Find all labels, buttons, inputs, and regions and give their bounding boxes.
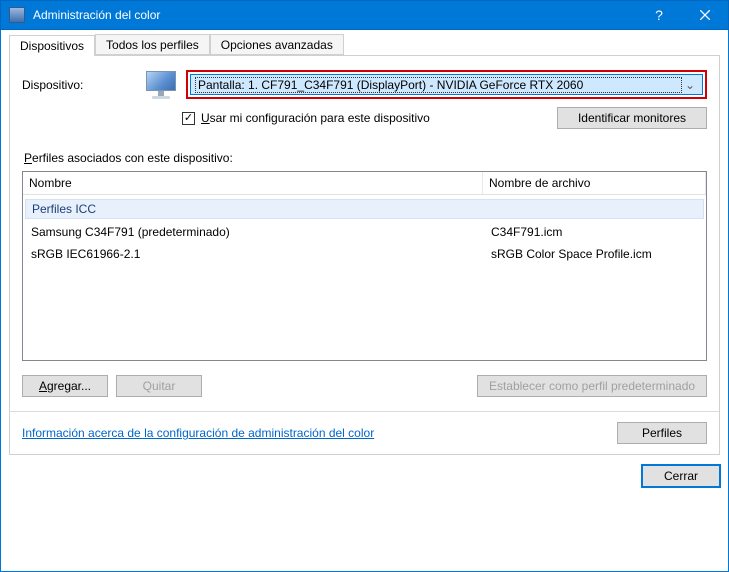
add-button[interactable]: Agregar...	[22, 375, 108, 397]
tab-all-profiles[interactable]: Todos los perfiles	[95, 34, 210, 55]
cell-name: sRGB IEC61966-2.1	[23, 245, 483, 263]
remove-button: Quitar	[116, 375, 202, 397]
help-icon: ?	[655, 7, 663, 23]
dialog-buttons: Cerrar	[9, 465, 720, 487]
use-my-settings-checkbox[interactable]	[182, 112, 195, 125]
close-icon	[700, 10, 710, 20]
device-row: Dispositivo: Pantalla: 1. CF791_C34F791 …	[22, 70, 707, 99]
help-button[interactable]: ?	[636, 0, 682, 30]
tab-strip: Dispositivos Todos los perfiles Opciones…	[9, 34, 720, 56]
window-close-button[interactable]	[682, 0, 728, 30]
bottom-row: Información acerca de la configuración d…	[22, 422, 707, 444]
profile-buttons-row: Agregar... Quitar Establecer como perfil…	[22, 375, 707, 397]
divider	[10, 411, 719, 412]
set-default-label: Establecer como perfil predeterminado	[489, 379, 695, 393]
tab-advanced-label: Opciones avanzadas	[221, 38, 333, 52]
set-default-button: Establecer como perfil predeterminado	[477, 375, 707, 397]
tab-all-profiles-label: Todos los perfiles	[106, 38, 199, 52]
client-area: Dispositivos Todos los perfiles Opciones…	[0, 30, 729, 572]
window-title: Administración del color	[33, 8, 636, 22]
profiles-button-label: Perfiles	[642, 426, 682, 440]
tab-devices-label: Dispositivos	[20, 39, 84, 53]
cell-file: sRGB Color Space Profile.icm	[483, 245, 706, 263]
device-label: Dispositivo:	[22, 78, 140, 92]
listview-group-icc: Perfiles ICC	[25, 199, 704, 219]
monitor-icon	[146, 71, 178, 99]
cell-file: C34F791.icm	[483, 223, 706, 241]
tab-advanced[interactable]: Opciones avanzadas	[210, 34, 344, 55]
tab-page-devices: Dispositivo: Pantalla: 1. CF791_C34F791 …	[9, 56, 720, 455]
remove-button-label: Quitar	[143, 379, 176, 393]
help-link[interactable]: Información acerca de la configuración d…	[22, 426, 374, 440]
profiles-caption: Perfiles asociados con este dispositivo:	[24, 151, 707, 165]
titlebar: Administración del color ?	[0, 0, 729, 30]
col-header-file[interactable]: Nombre de archivo	[483, 172, 706, 194]
app-icon	[9, 7, 25, 23]
tab-devices[interactable]: Dispositivos	[9, 35, 95, 56]
table-row[interactable]: sRGB IEC61966-2.1sRGB Color Space Profil…	[23, 243, 706, 265]
col-header-name[interactable]: Nombre	[23, 172, 483, 194]
chevron-down-icon: ⌄	[682, 78, 698, 92]
device-subrow: Usar mi configuración para este disposit…	[22, 107, 707, 129]
use-my-settings-wrap: Usar mi configuración para este disposit…	[182, 111, 557, 125]
use-my-settings-label: Usar mi configuración para este disposit…	[201, 111, 430, 125]
device-dropdown-value: Pantalla: 1. CF791_C34F791 (DisplayPort)…	[195, 77, 682, 93]
profiles-button[interactable]: Perfiles	[617, 422, 707, 444]
close-button[interactable]: Cerrar	[642, 465, 720, 487]
cell-name: Samsung C34F791 (predeterminado)	[23, 223, 483, 241]
device-dropdown-highlight: Pantalla: 1. CF791_C34F791 (DisplayPort)…	[186, 70, 707, 99]
listview-header: Nombre Nombre de archivo	[23, 172, 706, 195]
identify-monitors-button[interactable]: Identificar monitores	[557, 107, 707, 129]
device-dropdown[interactable]: Pantalla: 1. CF791_C34F791 (DisplayPort)…	[190, 74, 703, 95]
close-button-label: Cerrar	[664, 469, 698, 483]
profiles-listview[interactable]: Nombre Nombre de archivo Perfiles ICC Sa…	[22, 171, 707, 361]
identify-monitors-label: Identificar monitores	[578, 111, 686, 125]
table-row[interactable]: Samsung C34F791 (predeterminado)C34F791.…	[23, 221, 706, 243]
